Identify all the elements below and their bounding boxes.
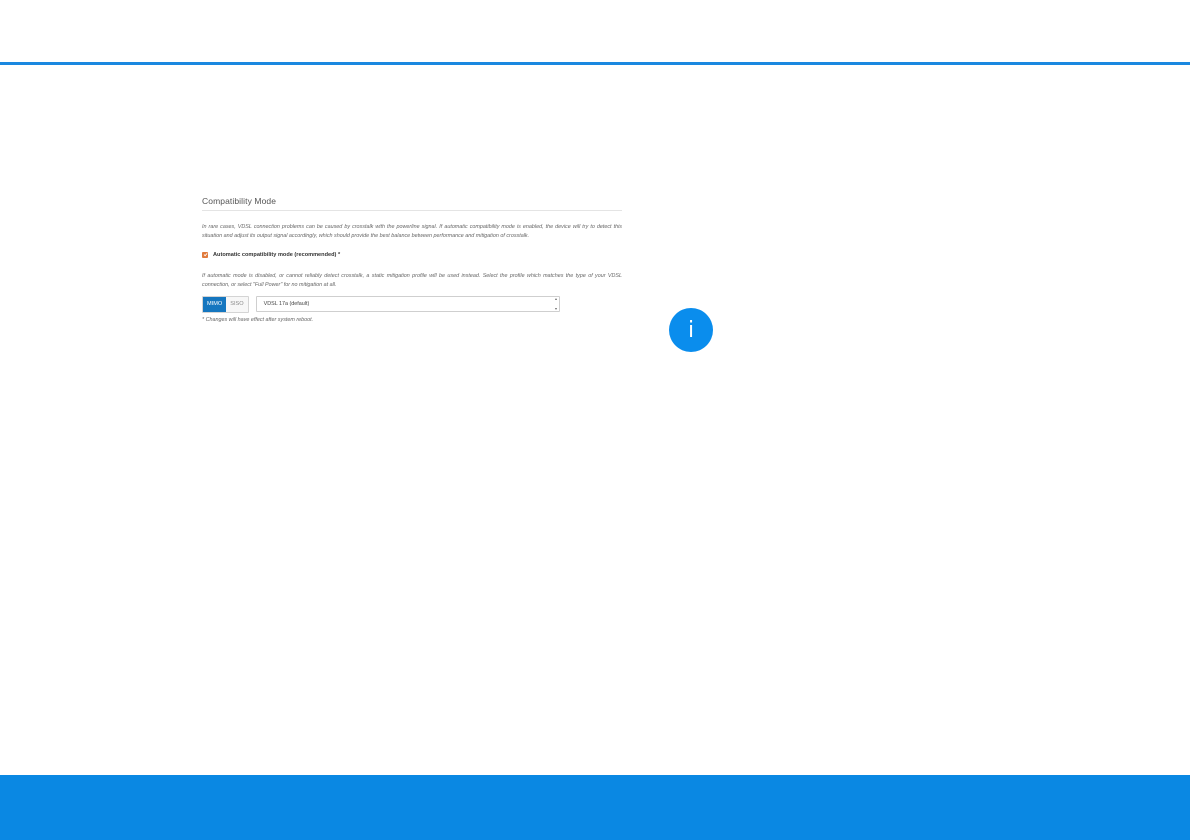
reboot-note: * Changes will have effect after system … [202, 317, 314, 324]
profile-description: If automatic mode is disabled, or cannot… [202, 273, 622, 288]
auto-compat-checkbox-row[interactable]: Automatic compatibility mode (recommende… [202, 250, 622, 259]
checkmark-icon [203, 253, 207, 257]
section-description: In rare cases, VDSL connection problems … [202, 224, 622, 239]
compatibility-mode-panel: Compatibility Mode In rare cases, VDSL c… [202, 196, 622, 323]
footer-bar [0, 775, 1190, 840]
profile-controls: MIMO SISO VDSL 17a (default) [202, 295, 622, 313]
header-divider [0, 62, 1190, 65]
auto-compat-checkbox[interactable] [202, 251, 208, 258]
select-arrows-icon [555, 298, 558, 311]
info-icon: i [669, 308, 713, 352]
mimo-button[interactable]: MIMO [203, 296, 227, 312]
siso-button[interactable]: SISO [226, 296, 248, 312]
mode-toggle: MIMO SISO [202, 295, 249, 313]
profile-select[interactable]: VDSL 17a (default) [255, 296, 560, 313]
auto-compat-label: Automatic compatibility mode (recommende… [213, 251, 341, 258]
section-title: Compatibility Mode [202, 196, 622, 211]
profile-select-value: VDSL 17a (default) [263, 301, 310, 308]
